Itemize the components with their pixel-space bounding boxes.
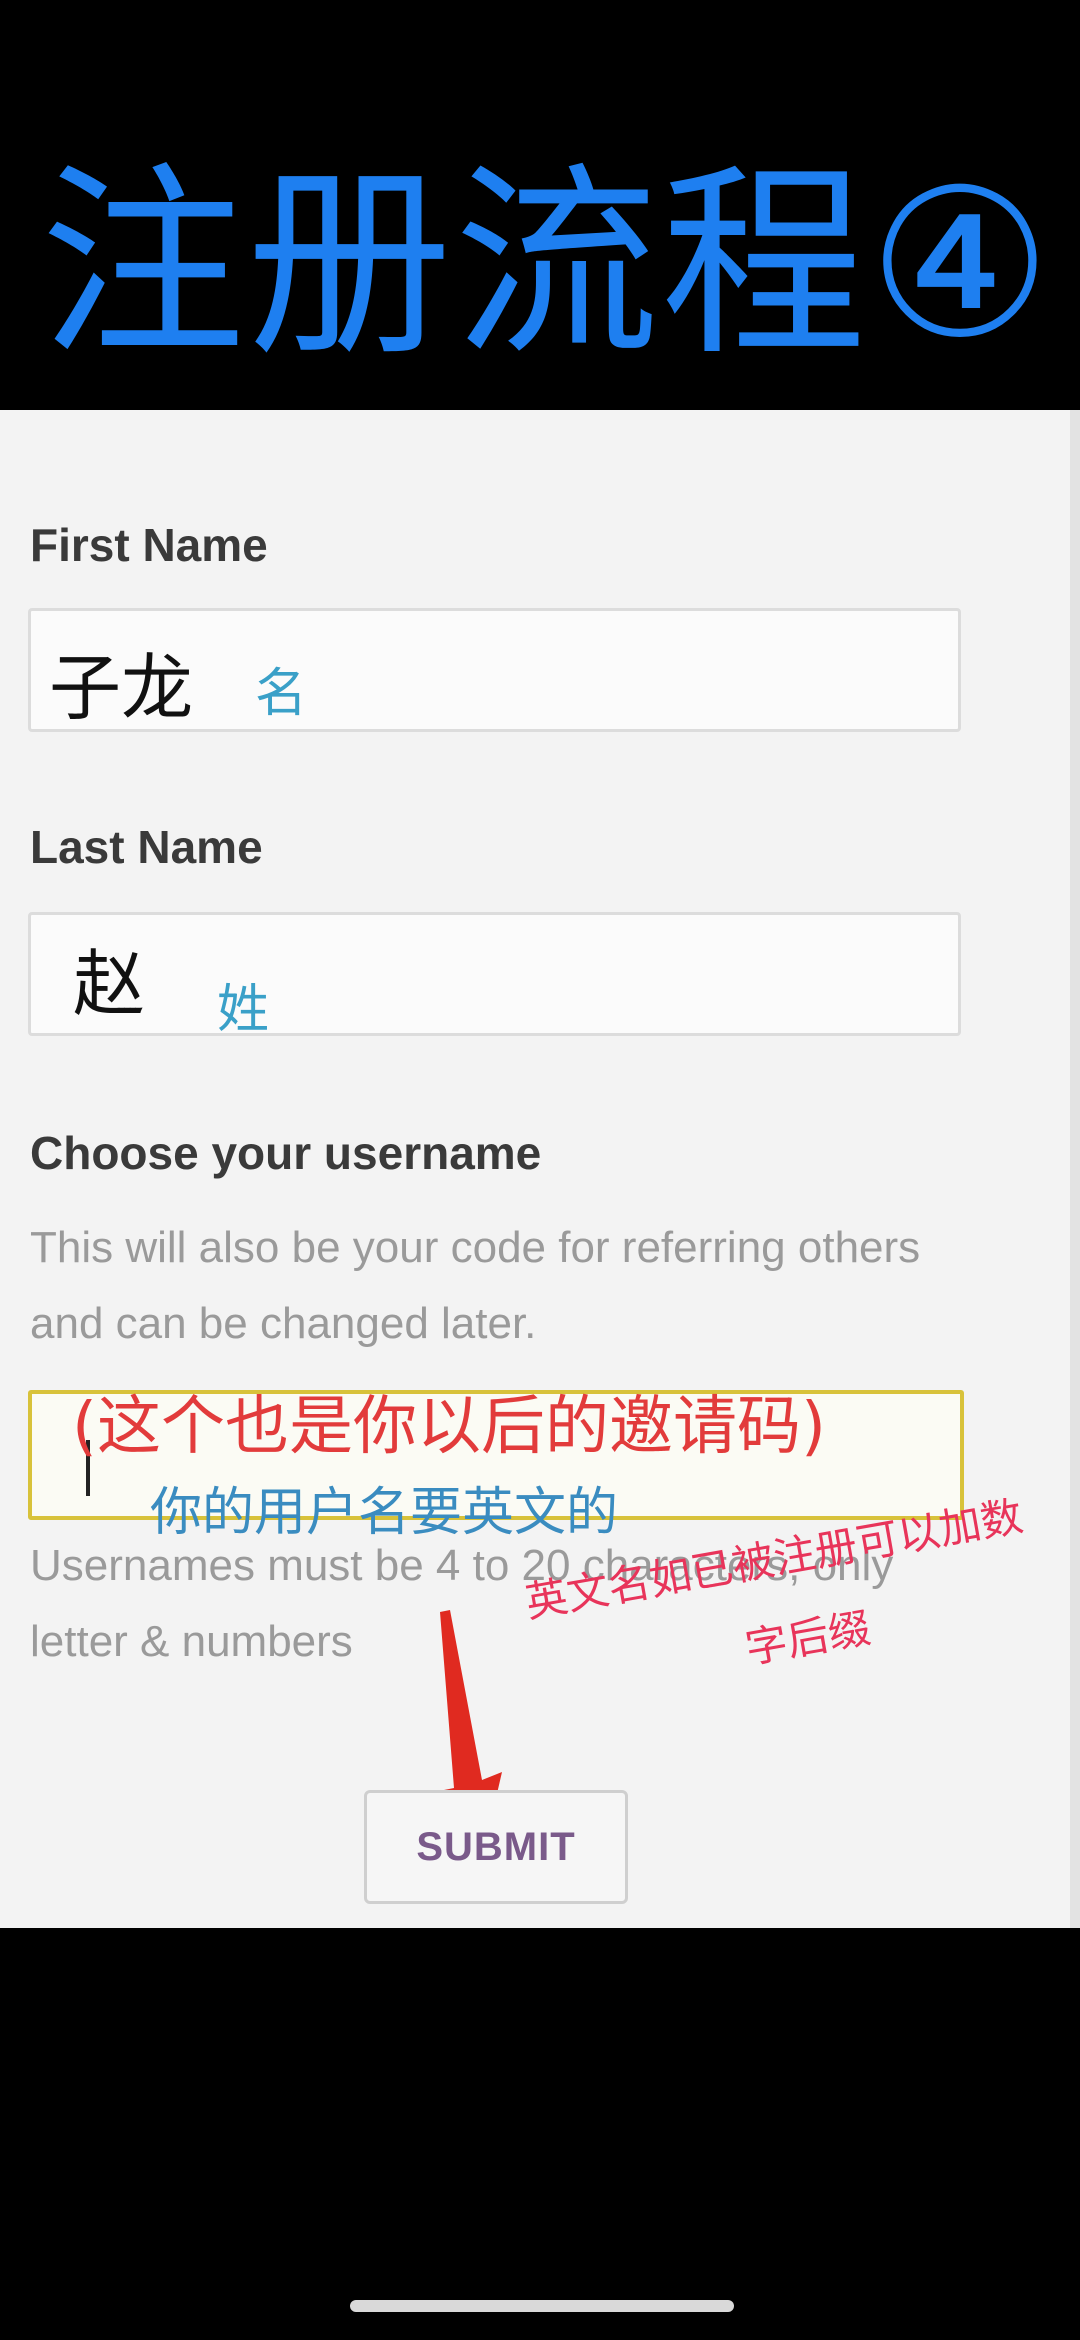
last-name-label: Last Name [30, 821, 263, 873]
last-name-value: 赵 [73, 942, 146, 1026]
banner-title: 注册流程④ [40, 146, 1054, 384]
screen: 注册流程④ First Name 子龙 名 Last Name 赵 姓 Choo… [0, 0, 1080, 2340]
first-name-value: 子龙 [49, 646, 194, 730]
home-indicator[interactable] [350, 2300, 734, 2312]
registration-form: First Name 子龙 名 Last Name 赵 姓 Choose you… [0, 410, 1080, 1928]
invite-code-annotation: (这个也是你以后的邀请码) [72, 1390, 826, 1464]
username-label: Choose your username [30, 1127, 542, 1179]
first-name-hint: 名 [255, 664, 308, 724]
banner: 注册流程④ [0, 0, 1080, 410]
first-name-label: First Name [30, 519, 268, 571]
last-name-input[interactable]: 赵 姓 [28, 912, 961, 1040]
submit-button[interactable]: SUBMIT [364, 1790, 628, 1904]
first-name-input[interactable]: 子龙 名 [28, 608, 961, 732]
username-help-text: This will also be your code for referrin… [30, 1223, 921, 1348]
last-name-hint: 姓 [217, 980, 270, 1040]
